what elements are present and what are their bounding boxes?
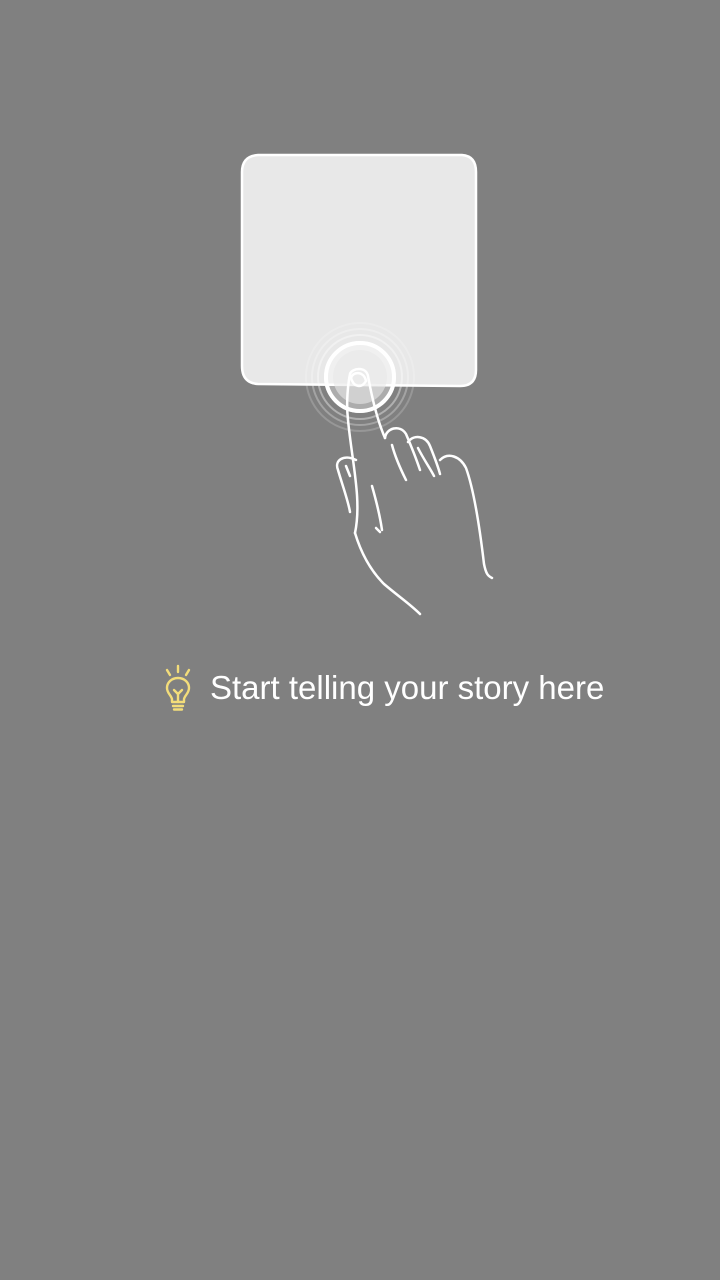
tutorial-hint: Start telling your story here bbox=[160, 662, 604, 714]
tap-gesture-illustration bbox=[240, 153, 494, 616]
hint-text: Start telling your story here bbox=[210, 669, 605, 706]
lightbulb-icon bbox=[165, 664, 191, 711]
tutorial-overlay[interactable]: Start telling your story here bbox=[0, 0, 720, 1280]
